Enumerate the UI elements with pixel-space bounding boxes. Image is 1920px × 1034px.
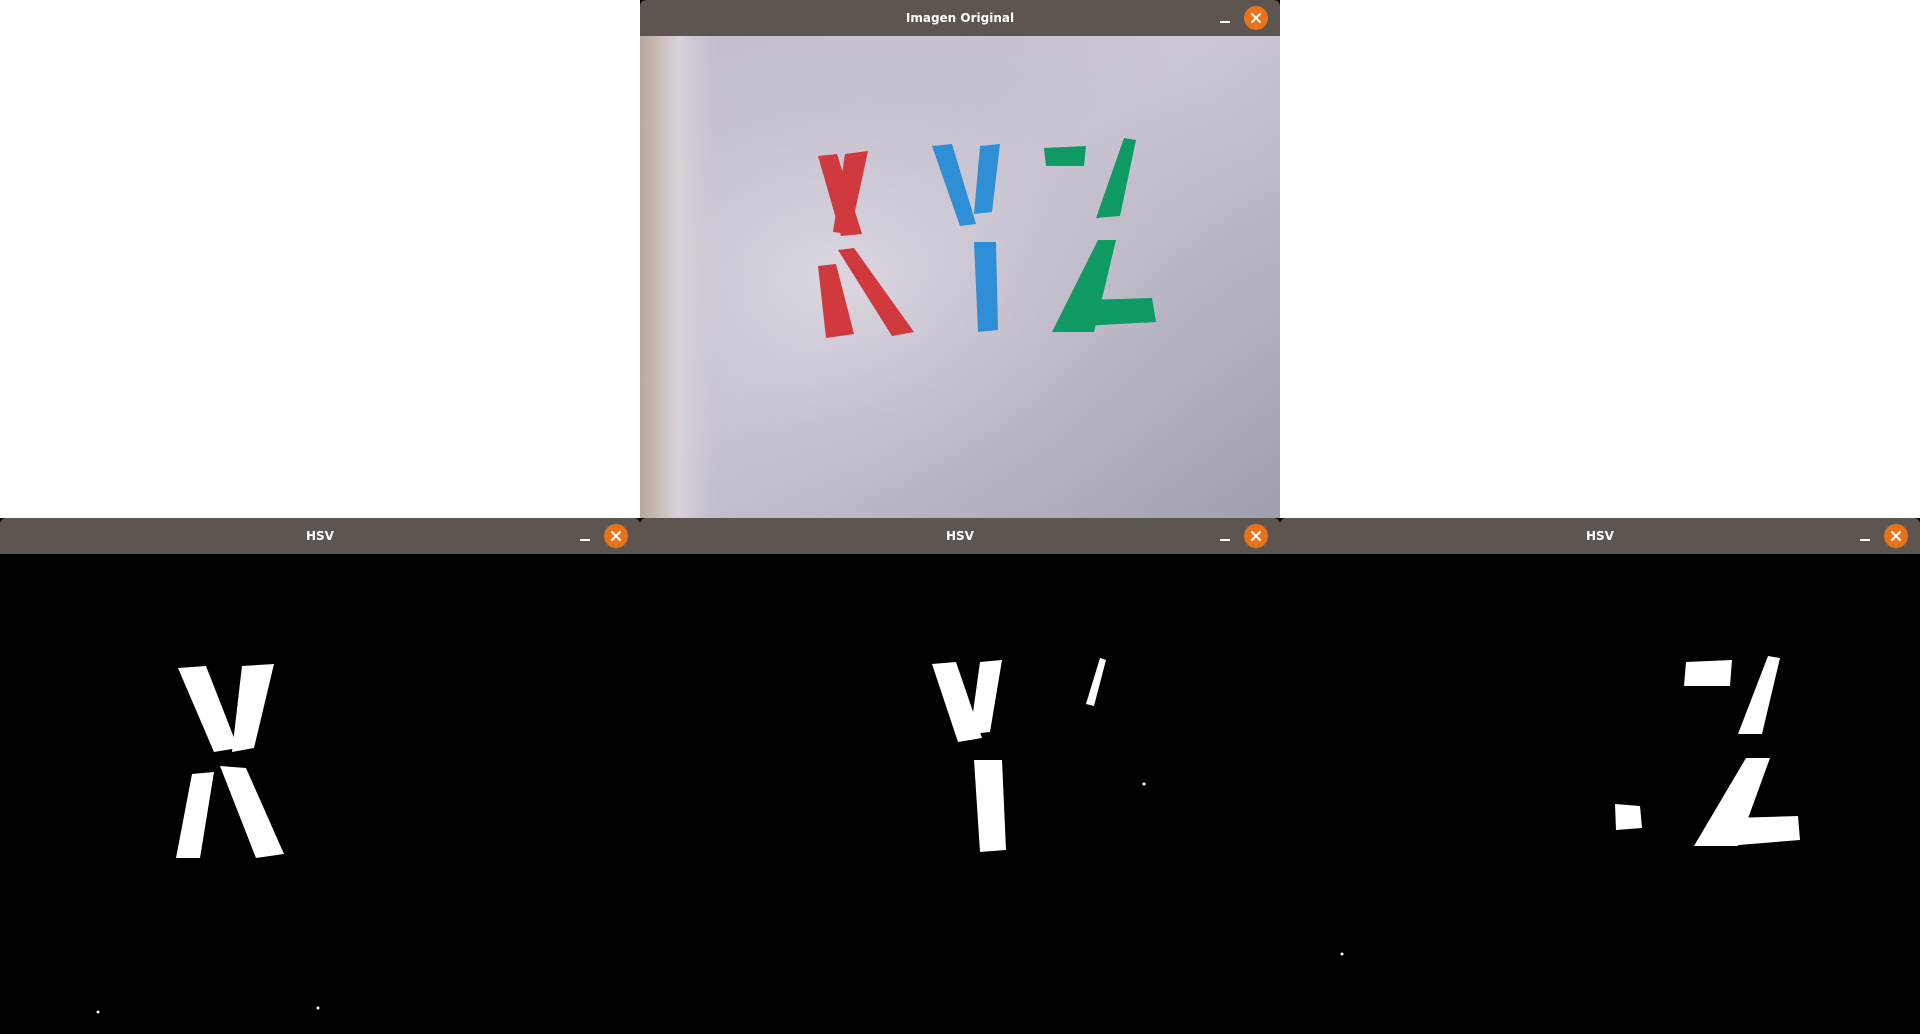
minimize-icon (1220, 21, 1230, 23)
window-hsv-z: HSV (1280, 518, 1920, 1034)
close-icon (1891, 531, 1901, 541)
window-hsv-y: HSV (640, 518, 1280, 1034)
window-title: HSV (306, 529, 334, 543)
mask-image (1280, 554, 1920, 1034)
mask-image (640, 554, 1280, 1034)
minimize-button[interactable] (1216, 9, 1234, 27)
window-title: HSV (946, 529, 974, 543)
close-button[interactable] (1244, 6, 1268, 30)
titlebar[interactable]: HSV (0, 518, 640, 554)
window-title: HSV (1586, 529, 1614, 543)
camera-image (640, 36, 1280, 518)
minimize-icon (1220, 539, 1230, 541)
minimize-button[interactable] (576, 527, 594, 545)
close-icon (1251, 531, 1261, 541)
minimize-button[interactable] (1856, 527, 1874, 545)
window-title: Imagen Original (905, 11, 1015, 25)
window-hsv-x: HSV (0, 518, 640, 1034)
titlebar[interactable]: HSV (1280, 518, 1920, 554)
close-button[interactable] (1884, 524, 1908, 548)
close-icon (1251, 13, 1261, 23)
window-imagen-original: Imagen Original (640, 0, 1280, 518)
close-button[interactable] (1244, 524, 1268, 548)
titlebar[interactable]: HSV (640, 518, 1280, 554)
titlebar[interactable]: Imagen Original (640, 0, 1280, 36)
minimize-button[interactable] (1216, 527, 1234, 545)
minimize-icon (580, 539, 590, 541)
close-button[interactable] (604, 524, 628, 548)
mask-image (0, 554, 640, 1034)
minimize-icon (1860, 539, 1870, 541)
close-icon (611, 531, 621, 541)
